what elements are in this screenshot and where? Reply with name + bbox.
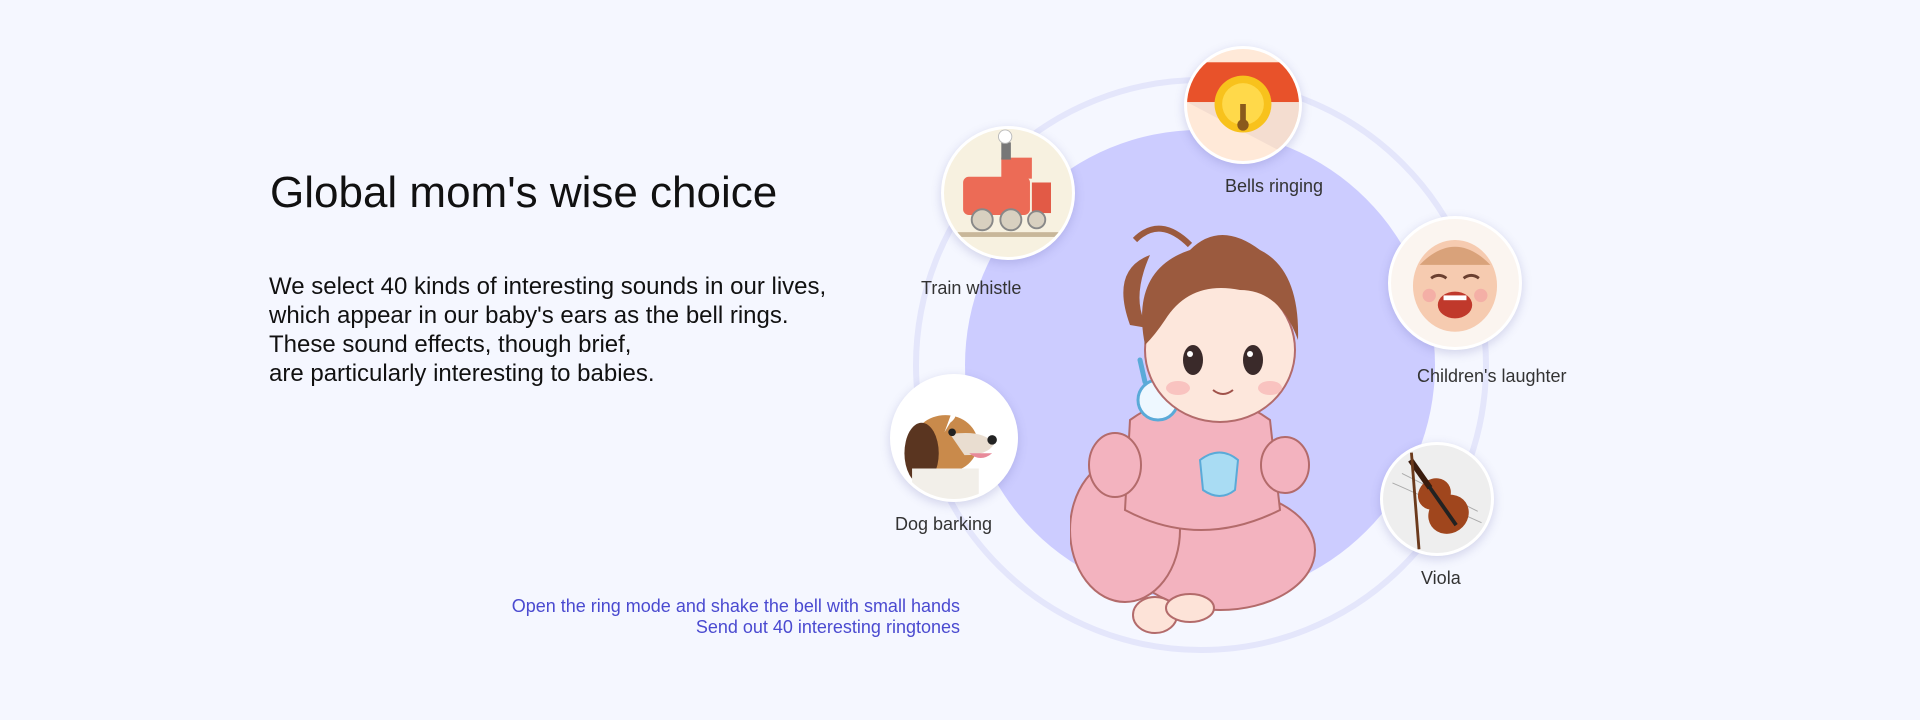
viola-icon (1383, 445, 1491, 553)
note-line: Send out 40 interesting ringtones (695, 617, 960, 637)
sound-label-laughter: Children's laughter (1417, 366, 1567, 386)
train-icon (944, 129, 1072, 257)
bell-icon (1187, 49, 1299, 161)
ring-mode-note: Open the ring mode and shake the bell wi… (420, 596, 960, 638)
sound-bubble-bells[interactable] (1184, 46, 1302, 164)
intro-line: which appear in our baby's ears as the b… (269, 302, 789, 329)
sound-label-train: Train whistle (921, 278, 1022, 298)
laughing-child-icon (1391, 219, 1519, 347)
baby-illustration (1070, 225, 1316, 634)
intro-line: We select 40 kinds of interesting sounds… (269, 273, 827, 300)
intro-paragraph: We select 40 kinds of interesting sounds… (269, 272, 826, 388)
sound-bubble-train[interactable] (941, 126, 1075, 260)
intro-line: These sound effects, though brief, (269, 331, 632, 358)
page-title: Global mom's wise choice (270, 168, 778, 217)
sound-label-viola: Viola (1421, 568, 1461, 588)
note-line: Open the ring mode and shake the bell wi… (511, 596, 960, 616)
sound-label-bells: Bells ringing (1225, 176, 1324, 196)
dog-icon (893, 377, 1015, 499)
sound-bubble-viola[interactable] (1380, 442, 1494, 556)
sound-bubble-dog[interactable] (890, 374, 1018, 502)
sound-bubble-laughter[interactable] (1388, 216, 1522, 350)
sound-label-dog: Dog barking (895, 514, 993, 534)
intro-line: are particularly interesting to babies. (269, 360, 655, 387)
